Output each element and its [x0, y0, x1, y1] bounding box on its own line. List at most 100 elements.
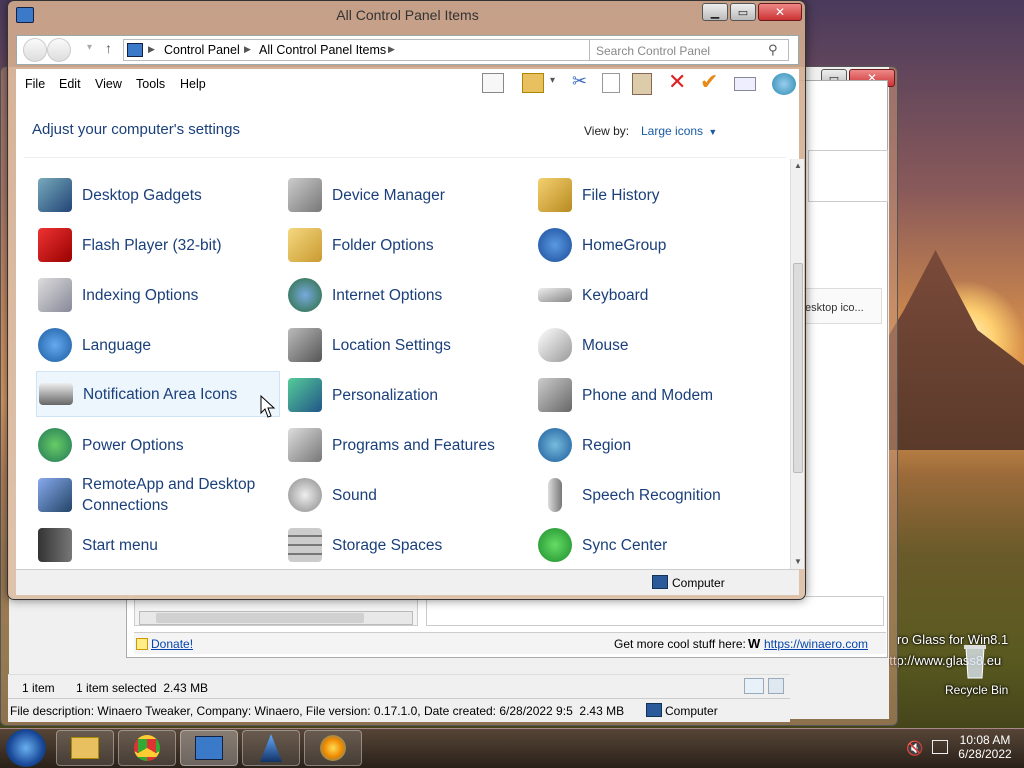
taskbar-app-button[interactable] [304, 730, 362, 766]
item-flash-player[interactable]: Flash Player (32-bit) [36, 222, 276, 268]
item-power-options[interactable]: Power Options [36, 422, 276, 468]
item-mouse[interactable]: Mouse [536, 322, 776, 368]
scroll-down-icon[interactable]: ▼ [794, 557, 802, 566]
storage-spaces-icon [288, 528, 322, 562]
search-icon[interactable]: ⚲ [768, 42, 778, 58]
bg-location: Computer [665, 704, 718, 718]
back-button[interactable] [23, 38, 47, 62]
delete-icon[interactable]: ✕ [668, 69, 686, 95]
clock[interactable]: 10:08 AM 6/28/2022 [950, 733, 1020, 761]
more-stuff-label: Get more cool stuff here: [614, 637, 746, 651]
breadcrumb-all-items[interactable]: All Control Panel Items [259, 43, 386, 57]
paste-icon[interactable] [632, 73, 652, 95]
vertical-scrollbar[interactable]: ▲ ▼ [790, 159, 804, 569]
item-file-history[interactable]: File History [536, 172, 776, 218]
search-box[interactable]: Search Control Panel ⚲ [589, 39, 789, 61]
desktop-gadgets-icon [38, 178, 72, 212]
volume-muted-icon[interactable]: 🔇 [906, 740, 923, 757]
item-label: Sound [332, 486, 377, 504]
item-label: Mouse [582, 336, 629, 354]
indexing-options-icon [38, 278, 72, 312]
clock-time: 10:08 AM [959, 733, 1011, 747]
sync-center-icon [538, 528, 572, 562]
bg-desktop-icons-item[interactable]: esktop ico... [800, 288, 882, 324]
details-view-icon[interactable] [744, 678, 764, 694]
recent-dropdown-icon[interactable]: ▾ [87, 42, 92, 53]
view-by-dropdown[interactable]: Large icons ▼ [641, 124, 717, 138]
close-button[interactable]: ✕ [758, 3, 802, 21]
item-location-settings[interactable]: Location Settings [286, 322, 526, 368]
item-region[interactable]: Region [536, 422, 776, 468]
properties-check-icon[interactable]: ✔ [700, 69, 718, 95]
remoteapp-icon [38, 478, 72, 512]
winaero-icon: W [748, 636, 761, 651]
bg-horizontal-scrollbar[interactable] [156, 613, 364, 623]
location-settings-icon [288, 328, 322, 362]
item-label: File History [582, 186, 660, 204]
control-panel-window[interactable]: All Control Panel Items ▁ ▭ ✕ ▾ ↑ ▶ Cont… [7, 0, 806, 600]
taskbar-control-panel-button[interactable] [180, 730, 238, 766]
item-start-menu[interactable]: Start menu [36, 522, 276, 568]
scroll-up-icon[interactable]: ▲ [794, 161, 802, 170]
item-phone-and-modem[interactable]: Phone and Modem [536, 372, 776, 418]
scroll-thumb[interactable] [793, 263, 803, 473]
item-folder-options[interactable]: Folder Options [286, 222, 526, 268]
rename-icon[interactable] [734, 77, 756, 91]
start-button[interactable] [6, 729, 46, 767]
minimize-button[interactable]: ▁ [702, 3, 728, 21]
menu-help[interactable]: Help [180, 77, 206, 91]
item-label: HomeGroup [582, 236, 667, 254]
menu-view[interactable]: View [95, 77, 122, 91]
app-icon [320, 735, 346, 761]
recycle-bin-icon[interactable] [960, 640, 990, 680]
winaero-link[interactable]: https://winaero.com [764, 637, 868, 651]
device-manager-icon [288, 178, 322, 212]
taskbar-chrome-button[interactable] [118, 730, 176, 766]
winaero-tweaker-icon [260, 734, 282, 762]
item-sync-center[interactable]: Sync Center [536, 522, 776, 568]
item-speech-recognition[interactable]: Speech Recognition [536, 472, 776, 518]
item-label: Region [582, 436, 632, 454]
forward-button[interactable] [47, 38, 71, 62]
donate-link[interactable]: Donate! [151, 637, 193, 651]
power-options-icon [38, 428, 72, 462]
maximize-button[interactable]: ▭ [730, 3, 756, 21]
item-desktop-gadgets[interactable]: Desktop Gadgets [36, 172, 276, 218]
item-remoteapp-connections[interactable]: RemoteApp and Desktop Connections [36, 472, 276, 518]
breadcrumb-control-panel[interactable]: Control Panel [164, 43, 240, 57]
taskbar-explorer-button[interactable] [56, 730, 114, 766]
layout-pane-icon[interactable] [482, 73, 504, 93]
item-notification-area-icons[interactable]: Notification Area Icons [36, 371, 280, 417]
donate-icon [136, 638, 148, 650]
menu-file[interactable]: File [25, 77, 45, 91]
mouse-cursor-icon [260, 395, 276, 418]
address-field[interactable]: ▶ Control Panel ▶ All Control Panel Item… [123, 39, 659, 61]
menu-tools[interactable]: Tools [136, 77, 165, 91]
item-sound[interactable]: Sound [286, 472, 526, 518]
item-internet-options[interactable]: Internet Options [286, 272, 526, 318]
item-device-manager[interactable]: Device Manager [286, 172, 526, 218]
toolbar-dropdown-icon[interactable]: ▾ [550, 75, 555, 86]
up-arrow-icon[interactable]: ↑ [105, 40, 112, 56]
item-homegroup[interactable]: HomeGroup [536, 222, 776, 268]
item-programs-and-features[interactable]: Programs and Features [286, 422, 526, 468]
item-personalization[interactable]: Personalization [286, 372, 526, 418]
microphone-icon [548, 478, 562, 512]
folder-checklist-icon[interactable] [522, 73, 544, 93]
globe-icon[interactable] [772, 73, 796, 95]
menu-edit[interactable]: Edit [59, 77, 81, 91]
network-icon[interactable] [932, 740, 948, 754]
item-keyboard[interactable]: Keyboard [536, 272, 776, 318]
item-label: Internet Options [332, 286, 443, 304]
item-indexing-options[interactable]: Indexing Options [36, 272, 276, 318]
item-language[interactable]: Language [36, 322, 276, 368]
taskbar-winaero-button[interactable] [242, 730, 300, 766]
large-icons-view-icon[interactable] [768, 678, 784, 694]
item-storage-spaces[interactable]: Storage Spaces [286, 522, 526, 568]
recycle-bin-label[interactable]: Recycle Bin [945, 683, 1008, 697]
search-input[interactable]: Search Control Panel [596, 44, 710, 58]
cut-icon[interactable]: ✂ [572, 71, 587, 92]
notification-area-icons-icon [39, 383, 73, 405]
copy-icon[interactable] [602, 73, 620, 93]
status-bar: Computer [16, 569, 799, 595]
